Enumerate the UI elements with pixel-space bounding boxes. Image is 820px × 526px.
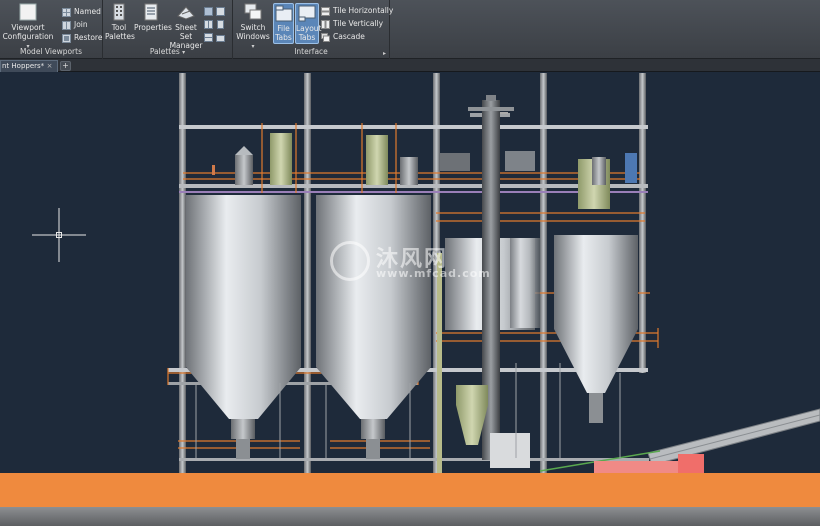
palettes-title-label: Palettes [149,47,180,56]
model-viewports-title: Model Viewports [20,47,82,56]
tile-vertically-icon [321,19,330,29]
sheet-set-manager-button[interactable]: Sheet Set Manager [169,3,203,50]
tile-horizontally-icon [321,6,330,16]
silo-2 [316,195,431,459]
palette-toggle-1[interactable] [204,5,228,17]
close-tab-icon[interactable]: × [45,62,54,71]
panel-model-viewports: Viewport Configuration ▾ Named Join Rest… [0,0,103,59]
drive-unit-red [678,454,704,473]
join-icon [62,20,71,30]
tool-palettes-label: Tool Palettes [105,23,135,41]
panel-palettes: Tool Palettes Properties Sheet Set Manag… [103,0,233,59]
palette-calculator-icon [217,19,224,29]
palette-toggle-2[interactable] [204,18,228,30]
sheet-set-manager-icon [177,6,195,20]
file-tabs-label: File Tabs [275,24,292,42]
named-label: Named [74,7,101,16]
palette-panel-icon [216,6,225,16]
feed-pipe [437,253,442,473]
named-viewports-icon [62,7,71,17]
crosshair-cursor-icon [32,208,86,262]
silo-4 [554,235,638,423]
sheet-set-manager-label: Sheet Set Manager [169,23,203,50]
named-button[interactable]: Named [62,6,101,18]
tile-vertically-label: Tile Vertically [333,19,384,28]
interface-launcher-icon[interactable]: ▸ [383,50,386,57]
viewport-configuration-icon [19,3,37,21]
palette-grid-icon [204,19,213,29]
palette-image-icon [216,34,225,42]
switch-windows-button[interactable]: Switch Windows ▾ [235,3,271,51]
file-tabs-button[interactable]: File Tabs [273,3,294,44]
join-button[interactable]: Join [62,19,88,31]
watermark-logo-icon [330,241,370,281]
properties-icon [144,3,158,21]
tool-palettes-icon [113,3,125,21]
restore-button[interactable]: Restore [62,32,102,44]
restore-label: Restore [74,33,103,42]
join-label: Join [74,20,88,29]
watermark-url: www.mfcad.com [376,267,491,280]
tile-vertically-button[interactable]: Tile Vertically [321,18,383,30]
palettes-dropdown-icon[interactable]: ▾ [182,49,185,56]
cascade-icon [321,32,330,42]
cascade-label: Cascade [333,32,365,41]
model-viewport[interactable]: 沐风网 www.mfcad.com [0,73,820,526]
panel-interface: Switch Windows ▾ File Tabs Layout Tabs T… [233,0,393,59]
layout-tabs-icon [298,5,316,22]
new-tab-button[interactable]: + [60,61,71,71]
properties-label: Properties [134,23,172,32]
restore-icon [62,33,71,43]
file-tabs-icon [275,5,292,22]
tile-horizontally-label: Tile Horizontally [333,6,394,15]
silo-5 [510,238,540,328]
cascade-button[interactable]: Cascade [321,31,365,43]
ground-plane [0,473,820,507]
palette-toggle-3[interactable] [204,31,228,43]
worker-figure [212,165,215,175]
palette-window-icon [204,6,213,16]
switch-windows-icon [244,3,262,20]
silo-1 [186,195,301,459]
tool-palettes-button[interactable]: Tool Palettes [105,3,135,41]
interface-title: Interface [294,47,328,56]
equipment-base-red [594,461,682,473]
ribbon: Viewport Configuration ▾ Named Join Rest… [0,0,820,59]
document-tab-active[interactable]: nt Hoppers* × [0,60,58,72]
viewport-configuration-label: Viewport Configuration [2,23,54,41]
document-tab-label: nt Hoppers* [2,62,45,70]
plant-drawing [32,73,820,473]
viewport-configuration-button[interactable]: Viewport Configuration ▾ [2,3,54,51]
tile-horizontally-button[interactable]: Tile Horizontally [321,5,393,17]
palettes-title: Palettes ▾ [103,47,232,57]
palette-table-icon [204,32,213,42]
file-tab-bar: nt Hoppers* × + [0,59,820,72]
properties-button[interactable]: Properties [134,3,172,32]
switch-windows-label: Switch Windows [236,23,270,41]
ground-foundation [0,507,820,526]
layout-tabs-label: Layout Tabs [296,24,322,42]
layout-tabs-button[interactable]: Layout Tabs [295,3,322,44]
